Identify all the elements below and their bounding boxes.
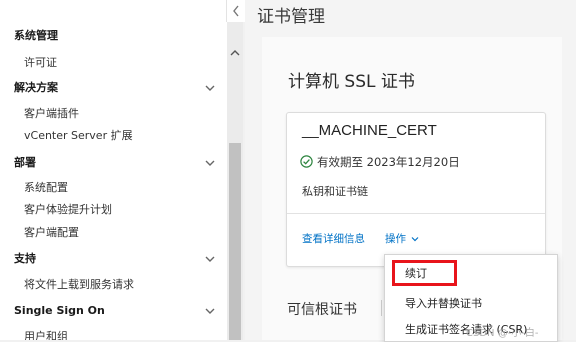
- watermark: CSDN @-小-白-: [466, 328, 539, 339]
- sidebar-item-license[interactable]: 许可证: [0, 52, 227, 74]
- sidebar-topbar: [0, 0, 227, 22]
- card-divider: [287, 213, 545, 214]
- trusted-root-title: 可信根证书: [287, 302, 357, 318]
- certificate-card: __MACHINE_CERT 有效期至 2023年12月20日 私钥和证书链 查…: [286, 112, 546, 267]
- chevron-down-icon[interactable]: [203, 304, 217, 318]
- view-details-link[interactable]: 查看详细信息: [302, 231, 365, 246]
- sidebar-item-client-config[interactable]: 客户端配置: [0, 222, 227, 244]
- sidebar-section-label: 部署: [14, 156, 36, 169]
- section-divider: [381, 300, 382, 316]
- sidebar-item-ceip[interactable]: 客户体验提升计划: [0, 199, 227, 221]
- highlight-box: [392, 260, 457, 286]
- sidebar-section-support[interactable]: 支持: [0, 248, 227, 270]
- certificate-name: __MACHINE_CERT: [302, 122, 437, 139]
- sidebar-section-sso[interactable]: Single Sign On: [0, 300, 227, 322]
- certificate-validity: 有效期至 2023年12月20日: [317, 155, 460, 169]
- actions-label: 操作: [385, 233, 406, 245]
- chevron-down-icon[interactable]: [203, 81, 217, 95]
- chevron-down-icon[interactable]: [203, 252, 217, 266]
- sidebar-scrollbar-thumb[interactable]: [229, 143, 241, 340]
- sidebar-section-label: Single Sign On: [14, 304, 105, 317]
- sidebar-item-upload-file[interactable]: 将文件上载到服务请求: [0, 274, 227, 296]
- menu-item-import-replace[interactable]: 导入并替换证书: [385, 293, 557, 315]
- sidebar-item-client-plugins[interactable]: 客户端插件: [0, 103, 227, 125]
- check-circle-icon: [300, 155, 313, 168]
- chevron-left-icon: [233, 5, 239, 17]
- sidebar: 系统管理 许可证 解决方案 客户端插件 vCenter Server 扩展 部署…: [0, 0, 228, 340]
- sidebar-section-deployment[interactable]: 部署: [0, 152, 227, 174]
- sidebar-item-vcenter-extensions[interactable]: vCenter Server 扩展: [0, 125, 227, 147]
- sidebar-section-label: 解决方案: [14, 81, 58, 94]
- panel-title: 计算机 SSL 证书: [288, 72, 415, 92]
- certificate-type: 私钥和证书链: [302, 185, 368, 198]
- sidebar-section-solutions[interactable]: 解决方案: [0, 77, 227, 99]
- chevron-down-icon[interactable]: [203, 156, 217, 170]
- sidebar-item-system-config[interactable]: 系统配置: [0, 177, 227, 199]
- scroll-up-icon[interactable]: [230, 48, 240, 58]
- sidebar-section-label: 支持: [14, 252, 36, 265]
- sidebar-section-system-admin[interactable]: 系统管理: [0, 25, 227, 47]
- actions-menu-button[interactable]: 操作: [385, 231, 419, 246]
- sidebar-item-users-groups[interactable]: 用户和组: [0, 326, 227, 340]
- chevron-down-icon: [411, 237, 419, 242]
- collapse-sidebar-button[interactable]: [226, 0, 246, 22]
- page-title: 证书管理: [257, 7, 325, 27]
